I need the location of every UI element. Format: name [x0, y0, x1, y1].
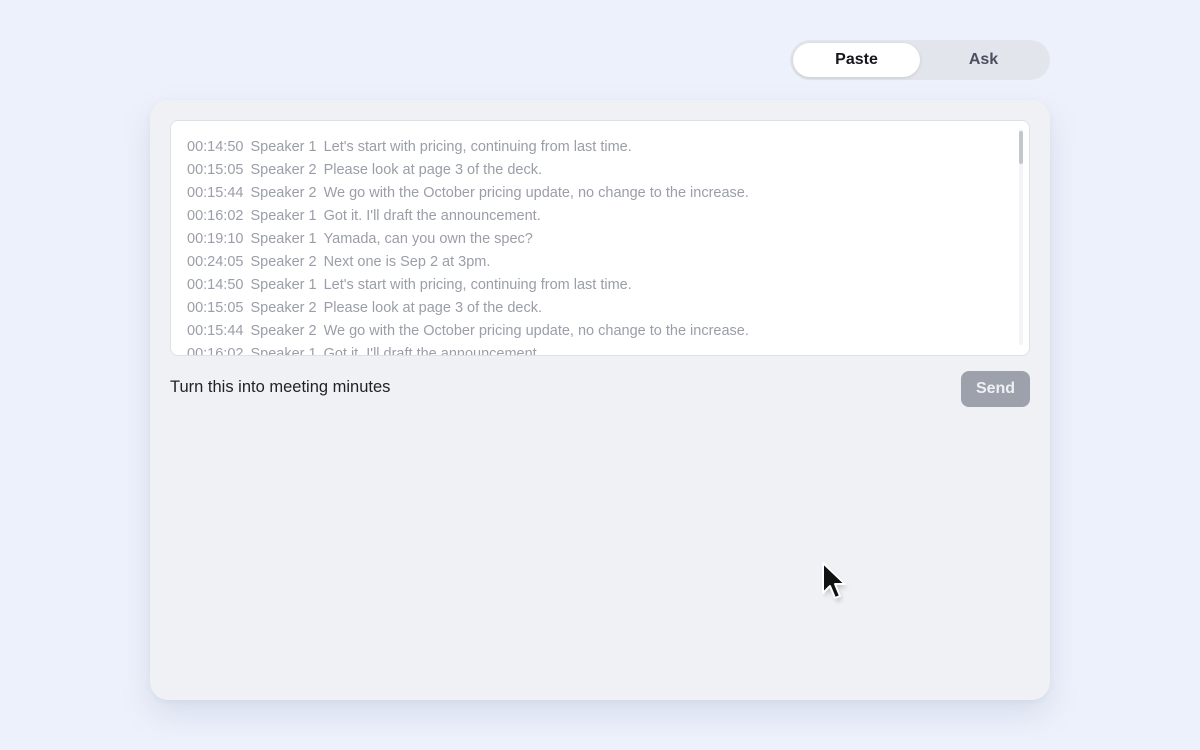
- transcript-lines: 00:14:50 Speaker 1 Let's start with pricin…: [187, 136, 1009, 356]
- page: Paste Ask 00:14:50 Speaker 1 Let's start w…: [0, 0, 1200, 750]
- line-timestamp: 00:19:10: [187, 231, 244, 247]
- line-speaker: Speaker 1: [250, 139, 317, 155]
- line-speaker: Speaker 1: [250, 231, 317, 247]
- line-speaker: Speaker 1: [250, 346, 317, 356]
- line-timestamp: 00:15:05: [187, 162, 244, 178]
- transcript-line: 00:15:44 Speaker 2 We go with the October …: [187, 320, 1009, 343]
- transcript-line: 00:14:50 Speaker 1 Let's start with pricin…: [187, 274, 1009, 297]
- transcript-textarea[interactable]: 00:14:50 Speaker 1 Let's start with pricin…: [170, 120, 1030, 356]
- line-text: Please look at page 3 of the deck.: [323, 162, 543, 178]
- transcript-line: 00:16:02 Speaker 1 Got it. I'll draft the …: [187, 205, 1009, 228]
- line-timestamp: 00:15:05: [187, 300, 244, 316]
- transcript-line: 00:15:05 Speaker 2 Please look at page 3 o…: [187, 297, 1009, 320]
- main-card: 00:14:50 Speaker 1 Let's start with pricin…: [150, 100, 1050, 700]
- line-speaker: Speaker 2: [250, 254, 317, 270]
- transcript-line: 00:24:05 Speaker 2 Next one is Sep 2 at 3p…: [187, 251, 1009, 274]
- send-button[interactable]: Send: [961, 371, 1030, 407]
- line-timestamp: 00:15:44: [187, 185, 244, 201]
- line-timestamp: 00:24:05: [187, 254, 244, 270]
- line-text: Please look at page 3 of the deck.: [323, 300, 543, 316]
- line-timestamp: 00:14:50: [187, 277, 244, 293]
- scrollbar-thumb[interactable]: [1019, 131, 1023, 164]
- mode-toggle: Paste Ask: [790, 40, 1050, 80]
- line-text: Let's start with pricing, continuing fro…: [323, 277, 632, 293]
- line-speaker: Speaker 2: [250, 162, 317, 178]
- transcript-scrollbar[interactable]: [1019, 129, 1023, 345]
- line-speaker: Speaker 1: [250, 277, 317, 293]
- line-speaker: Speaker 2: [250, 185, 317, 201]
- line-timestamp: 00:16:02: [187, 346, 244, 356]
- line-text: Next one is Sep 2 at 3pm.: [323, 254, 491, 270]
- line-speaker: Speaker 2: [250, 300, 317, 316]
- mouse-pointer-icon: [822, 562, 847, 602]
- line-speaker: Speaker 2: [250, 323, 317, 339]
- transcript-line: 00:16:02 Speaker 1 Got it. I'll draft the …: [187, 343, 1009, 356]
- line-text: We go with the October pricing update, n…: [323, 185, 749, 201]
- line-text: Got it. I'll draft the announcement.: [323, 208, 541, 224]
- transcript-line: 00:19:10 Speaker 1 Yamada, can you own the…: [187, 228, 1009, 251]
- line-text: Let's start with pricing, continuing fro…: [323, 139, 632, 155]
- toggle-ask[interactable]: Ask: [920, 43, 1047, 77]
- line-text: We go with the October pricing update, n…: [323, 323, 749, 339]
- line-text: Yamada, can you own the spec?: [323, 231, 533, 247]
- line-timestamp: 00:15:44: [187, 323, 244, 339]
- transcript-line: 00:14:50 Speaker 1 Let's start with pricin…: [187, 136, 1009, 159]
- line-timestamp: 00:14:50: [187, 139, 244, 155]
- prompt-input[interactable]: Turn this into meeting minutes: [170, 378, 390, 397]
- toggle-paste[interactable]: Paste: [793, 43, 920, 77]
- line-speaker: Speaker 1: [250, 208, 317, 224]
- line-timestamp: 00:16:02: [187, 208, 244, 224]
- line-text: Got it. I'll draft the announcement.: [323, 346, 541, 356]
- transcript-line: 00:15:05 Speaker 2 Please look at page 3 o…: [187, 159, 1009, 182]
- transcript-line: 00:15:44 Speaker 2 We go with the October …: [187, 182, 1009, 205]
